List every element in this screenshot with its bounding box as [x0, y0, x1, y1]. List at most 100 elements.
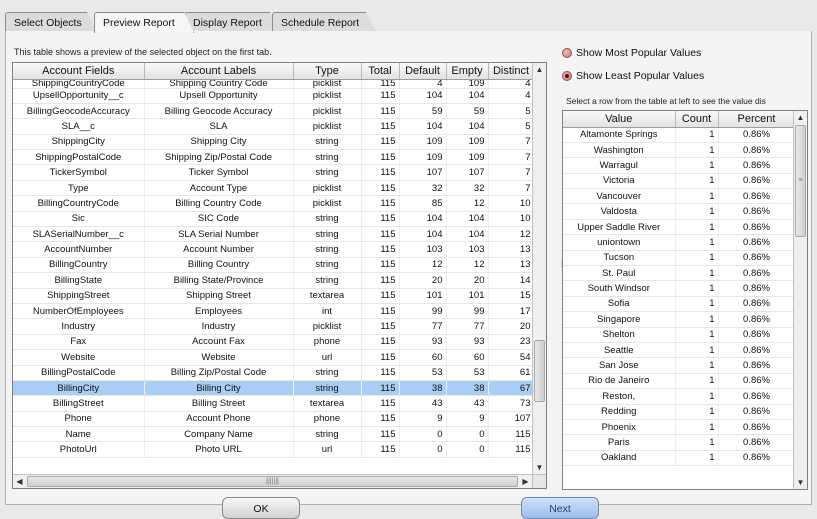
table-row[interactable]: NumberOfEmployees Employees int 115 99 99 17 [13, 303, 535, 320]
table-cell: ShippingCity [13, 134, 145, 151]
triangle-down-icon[interactable]: ▼ [533, 461, 546, 474]
radio-button-icon[interactable] [562, 71, 572, 81]
table-row[interactable]: Name Company Name string 115 0 0 115 [13, 426, 535, 443]
table-row[interactable]: BillingCountryCode Billing Country Code pi… [13, 195, 535, 212]
table-row[interactable]: Seattle 1 0.86% [563, 342, 796, 359]
table-cell: 0.86% [718, 219, 796, 236]
table-cell: Tucson [563, 250, 676, 267]
table-row[interactable]: Rio de Janeiro 1 0.86% [563, 373, 796, 390]
radio-least-popular[interactable]: Show Least Popular Values [562, 70, 704, 82]
fields-table-col-header[interactable]: Type [293, 63, 362, 80]
table-row[interactable]: Website Website url 115 60 60 54 [13, 349, 535, 366]
table-row[interactable]: Phone Account Phone phone 115 9 9 107 [13, 411, 535, 428]
table-row[interactable]: uniontown 1 0.86% [563, 234, 796, 251]
table-cell: San Jose [563, 357, 676, 374]
table-row[interactable]: Fax Account Fax phone 115 93 93 23 [13, 334, 535, 351]
radio-button-icon[interactable] [562, 48, 572, 58]
table-row[interactable]: BillingGeocodeAccuracy Billing Geocode Ac… [13, 103, 535, 120]
next-button[interactable]: Next [521, 497, 599, 519]
table-cell: 99 [446, 303, 489, 320]
table-row[interactable]: BillingStreet Billing Street textarea 115 43… [13, 395, 535, 412]
table-row[interactable]: UpsellOpportunity__c Upsell Opportunity pi… [13, 88, 535, 104]
table-row[interactable]: ShippingCity Shipping City string 115 109 109… [13, 134, 535, 151]
table-row[interactable]: Paris 1 0.86% [563, 434, 796, 451]
table-row[interactable]: Upper Saddle River 1 0.86% [563, 219, 796, 236]
fields-table: Account Fields Account Labels Type Total Def… [13, 63, 535, 458]
table-row[interactable]: Altamonte Springs 1 0.86% [563, 127, 796, 143]
table-row[interactable]: BillingPostalCode Billing Zip/Postal Code… [13, 365, 535, 381]
values-table-col-header[interactable]: Value [563, 111, 676, 128]
table-cell: 77 [399, 318, 447, 335]
fields-table-col-header[interactable]: Distinct [488, 63, 535, 80]
table-row[interactable]: Victoria 1 0.86% [563, 173, 796, 190]
preview-description: This table shows a preview of the select… [14, 47, 272, 57]
table-row[interactable]: BillingState Billing State/Province string… [13, 272, 535, 289]
table-cell: Billing City [144, 380, 294, 397]
table-row[interactable]: TickerSymbol Ticker Symbol string 115 107 107… [13, 164, 535, 181]
table-row[interactable]: Reston, 1 0.86% [563, 388, 796, 405]
triangle-right-icon[interactable]: ▶ [519, 475, 532, 488]
fields-table-hscrollbar[interactable]: ◀ ||||||| ▶ [13, 474, 532, 488]
tab-schedule-report[interactable]: Schedule Report [272, 12, 376, 32]
table-cell: BillingStreet [13, 395, 145, 412]
table-row[interactable]: AccountNumber Account Number string 115 103 1… [13, 241, 535, 258]
table-row[interactable]: Warragul 1 0.86% [563, 157, 796, 174]
table-row[interactable]: Phoenix 1 0.86% [563, 419, 796, 436]
table-cell: 104 [446, 118, 489, 135]
table-cell: url [293, 349, 362, 366]
table-row[interactable]: San Jose 1 0.86% [563, 357, 796, 374]
table-cell: 115 [361, 349, 400, 366]
table-row[interactable]: Vancouver 1 0.86% [563, 188, 796, 205]
table-row[interactable]: BillingCountry Billing Country string 115 12… [13, 257, 535, 274]
table-row[interactable]: Valdosta 1 0.86% [563, 203, 796, 220]
fields-table-vscroll-thumb[interactable] [534, 340, 545, 402]
table-row[interactable]: BillingCity Billing City string 115 38 38 67 [13, 380, 535, 397]
table-cell: 53 [446, 365, 489, 381]
table-row[interactable]: ShippingPostalCode Shipping Zip/Postal Co… [13, 149, 535, 166]
triangle-left-icon[interactable]: ◀ [13, 475, 26, 488]
table-cell: SLA Serial Number [144, 226, 294, 243]
table-cell: 1 [675, 450, 719, 467]
tab-preview-report[interactable]: Preview Report [94, 12, 194, 33]
table-row[interactable]: Redding 1 0.86% [563, 404, 796, 420]
table-cell: 1 [675, 311, 719, 328]
table-row[interactable]: Sofia 1 0.86% [563, 296, 796, 313]
table-row[interactable]: ShippingStreet Shipping Street textarea 115… [13, 288, 535, 304]
values-table-vscroll-thumb[interactable]: ≡ [795, 125, 806, 237]
table-row[interactable]: South Windsor 1 0.86% [563, 280, 796, 297]
table-row[interactable]: Industry Industry picklist 115 77 77 20 [13, 318, 535, 335]
tab-display-report[interactable]: Display Report [184, 12, 280, 32]
table-row[interactable]: Singapore 1 0.86% [563, 311, 796, 328]
table-cell: 85 [399, 195, 447, 212]
table-row[interactable]: SLASerialNumber__c SLA Serial Number strin… [13, 226, 535, 243]
values-table-col-header[interactable]: Percent [718, 111, 796, 128]
table-row[interactable]: Shelton 1 0.86% [563, 327, 796, 343]
values-table-vscrollbar[interactable]: ▲ ≡ ▼ [793, 111, 807, 489]
table-row[interactable]: Type Account Type picklist 115 32 32 7 [13, 180, 535, 197]
triangle-down-icon[interactable]: ▼ [794, 476, 807, 489]
table-row[interactable]: PhotoUrl Photo URL url 115 0 0 115 [13, 441, 535, 458]
fields-table-col-header[interactable]: Empty [446, 63, 489, 80]
triangle-up-icon[interactable]: ▲ [794, 111, 807, 124]
radio-most-popular[interactable]: Show Most Popular Values [562, 47, 701, 59]
fields-table-hscroll-thumb[interactable]: ||||||| [27, 476, 518, 487]
table-cell: 109 [399, 134, 447, 151]
table-row[interactable]: Washington 1 0.86% [563, 142, 796, 159]
ok-button[interactable]: OK [222, 497, 300, 519]
table-row[interactable]: Tucson 1 0.86% [563, 250, 796, 267]
fields-table-vscrollbar[interactable]: ▲ ▼ [532, 63, 546, 474]
values-table-col-header[interactable]: Count [675, 111, 719, 128]
table-row[interactable]: ShippingCountryCode Shipping Country Code… [13, 79, 535, 89]
fields-table-col-header[interactable]: Account Fields [13, 63, 145, 80]
table-row[interactable]: Sic SIC Code string 115 104 104 10 [13, 211, 535, 228]
table-row[interactable]: SLA__c SLA picklist 115 104 104 5 [13, 118, 535, 135]
tab-select-objects[interactable]: Select Objects [5, 12, 97, 32]
table-cell: 10 [488, 195, 535, 212]
triangle-up-icon[interactable]: ▲ [533, 63, 546, 76]
fields-table-col-header[interactable]: Account Labels [144, 63, 294, 80]
table-row[interactable]: Oakland 1 0.86% [563, 450, 796, 467]
fields-table-col-header[interactable]: Total [361, 63, 400, 80]
fields-table-col-header[interactable]: Default [399, 63, 447, 80]
table-row[interactable]: St. Paul 1 0.86% [563, 265, 796, 282]
table-cell: 1 [675, 219, 719, 236]
